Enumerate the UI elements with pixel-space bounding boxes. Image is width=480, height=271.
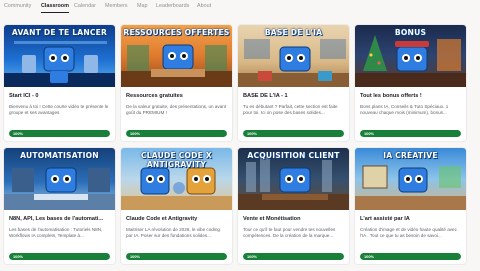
progress-label: 100%	[243, 130, 344, 137]
course-card-vente[interactable]: ACQUISITION CLIENT Vente et Monétisation…	[237, 147, 350, 265]
progress-label: 100%	[360, 253, 461, 260]
course-card-claude-code[interactable]: CLAUDE CODE X ANTIGRAVITY Claude Code et…	[120, 147, 233, 265]
course-description: De la valeur gratuite, des présentations…	[126, 104, 227, 116]
course-thumbnail: BASE DE L'IA	[238, 25, 349, 87]
progress-label: 100%	[360, 130, 461, 137]
course-grid: AVANT DE TE LANCER Start ICI - 0 Bienven…	[3, 24, 477, 265]
course-description: Création d'image et de vidéo haute quali…	[360, 227, 457, 239]
progress-bar: 100%	[9, 130, 110, 137]
tab-calendar[interactable]: Calendar	[74, 0, 96, 14]
course-description: Bienvenu à toi ! Cette courte vidéo te p…	[9, 104, 109, 116]
course-title: Vente et Monétisation	[243, 216, 301, 222]
tab-community[interactable]: Community	[4, 0, 31, 14]
course-title: N8N, API, Les bases de l'automati...	[9, 216, 104, 222]
course-card-start-ici[interactable]: AVANT DE TE LANCER Start ICI - 0 Bienven…	[3, 24, 116, 142]
thumbnail-title: BASE DE L'IA	[264, 28, 323, 37]
progress-bar: 100%	[360, 253, 461, 260]
progress-label: 100%	[126, 130, 227, 137]
course-title: Start ICI - 0	[9, 93, 39, 99]
thumbnail-title: ACQUISITION CLIENT	[247, 151, 340, 160]
course-description: Bons plans IA, Conseils & Tuto Spéciaux.…	[360, 104, 449, 116]
course-description: Tu es débutant ? Parfait, cette section …	[243, 104, 338, 116]
tab-classroom[interactable]: Classroom	[41, 0, 69, 14]
course-thumbnail: CLAUDE CODE X ANTIGRAVITY	[121, 148, 232, 210]
course-title: Ressources gratuites	[126, 93, 183, 99]
course-thumbnail: RESSOURCES OFFERTES	[121, 25, 232, 87]
thumbnail-title: RESSOURCES OFFERTES	[123, 28, 230, 37]
course-thumbnail: AVANT DE TE LANCER	[4, 25, 115, 87]
progress-bar: 100%	[9, 253, 110, 260]
progress-label: 100%	[9, 130, 110, 137]
progress-bar: 100%	[360, 130, 461, 137]
course-description: Les bases de l'automatisation : Tutoriel…	[9, 227, 103, 239]
thumbnail-title: BONUS	[394, 28, 427, 37]
tab-map[interactable]: Map	[137, 0, 148, 14]
progress-bar: 100%	[126, 253, 227, 260]
course-description: Maitriser LA révolution de 2026, le vibe…	[126, 227, 220, 239]
course-card-base-ia[interactable]: BASE DE L'IA BASE DE L'IA - 1 Tu es débu…	[237, 24, 350, 142]
course-card-bonus[interactable]: BONUS Tout les bonus offerts ! Bons plan…	[354, 24, 467, 142]
course-title: BASE DE L'IA - 1	[243, 93, 288, 99]
thumbnail-title: AUTOMATISATION	[20, 151, 99, 160]
tab-leaderboards[interactable]: Leaderboards	[156, 0, 189, 14]
course-description: Tour ce qu'il te faut pour vendre tes no…	[243, 227, 336, 239]
course-title: Tout les bonus offerts !	[360, 93, 422, 99]
course-card-ressources[interactable]: RESSOURCES OFFERTES Ressources gratuites…	[120, 24, 233, 142]
course-title: L'art assisté par IA	[360, 216, 410, 222]
course-card-automatisation[interactable]: AUTOMATISATION N8N, API, Les bases de l'…	[3, 147, 116, 265]
progress-bar: 100%	[243, 253, 344, 260]
top-navigation: Community Classroom Calendar Members Map…	[0, 0, 480, 14]
thumbnail-title: CLAUDE CODE X ANTIGRAVITY	[141, 151, 212, 169]
course-thumbnail: IA CRÉATIVE	[355, 148, 466, 210]
course-thumbnail: ACQUISITION CLIENT	[238, 148, 349, 210]
progress-bar: 100%	[126, 130, 227, 137]
thumbnail-title: AVANT DE TE LANCER	[11, 28, 108, 37]
course-thumbnail: AUTOMATISATION	[4, 148, 115, 210]
tab-members[interactable]: Members	[105, 0, 127, 14]
tab-about[interactable]: About	[197, 0, 211, 14]
course-thumbnail: BONUS	[355, 25, 466, 87]
progress-label: 100%	[243, 253, 344, 260]
progress-label: 100%	[9, 253, 110, 260]
thumbnail-title: IA CRÉATIVE	[383, 151, 438, 160]
progress-label: 100%	[126, 253, 227, 260]
course-title: Claude Code et Antigravity	[126, 216, 198, 222]
course-card-art-ia[interactable]: IA CRÉATIVE L'art assisté par IA Créatio…	[354, 147, 467, 265]
progress-bar: 100%	[243, 130, 344, 137]
